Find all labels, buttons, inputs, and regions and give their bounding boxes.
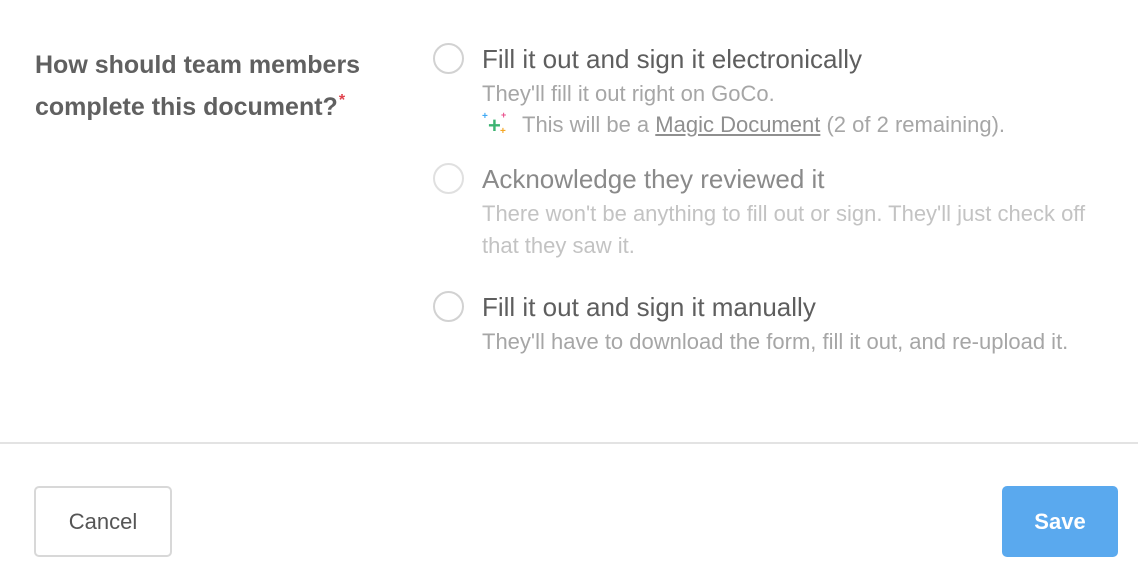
option-acknowledge-reviewed[interactable]: Acknowledge they reviewed it There won't… [433, 160, 1123, 262]
option-description: There won't be anything to fill out or s… [482, 201, 1086, 258]
option-label: Fill it out and sign it electronically [482, 44, 863, 74]
magic-note-suffix: (2 of 2 remaining). [826, 112, 1006, 137]
magic-document-link[interactable]: Magic Document [655, 110, 820, 140]
radio-sign-electronically[interactable] [433, 43, 464, 74]
completion-options: Fill it out and sign it electronically T… [433, 40, 1123, 358]
option-sign-electronically[interactable]: Fill it out and sign it electronically T… [433, 40, 1123, 140]
required-asterisk: * [338, 92, 346, 109]
question-label: How should team members complete this do… [35, 44, 405, 128]
footer-divider [0, 442, 1138, 444]
cancel-button[interactable]: Cancel [34, 486, 172, 557]
option-description: They'll have to download the form, fill … [482, 329, 1069, 354]
document-completion-dialog: How should team members complete this do… [0, 0, 1138, 588]
option-label: Acknowledge they reviewed it [482, 164, 825, 194]
option-description: They'll fill it out right on GoCo. [482, 81, 775, 106]
question-text: How should team members complete this do… [35, 51, 361, 121]
radio-sign-manually[interactable] [433, 291, 464, 322]
option-sign-manually[interactable]: Fill it out and sign it manually They'll… [433, 288, 1123, 358]
save-button[interactable]: Save [1002, 486, 1118, 557]
option-label: Fill it out and sign it manually [482, 292, 816, 322]
sparkle-plus-icon: + + + + [482, 110, 507, 138]
magic-document-note: + + + + This will be a Magic Document (2… [482, 110, 1123, 140]
magic-note-prefix: This will be a [522, 112, 650, 137]
radio-acknowledge-reviewed[interactable] [433, 163, 464, 194]
